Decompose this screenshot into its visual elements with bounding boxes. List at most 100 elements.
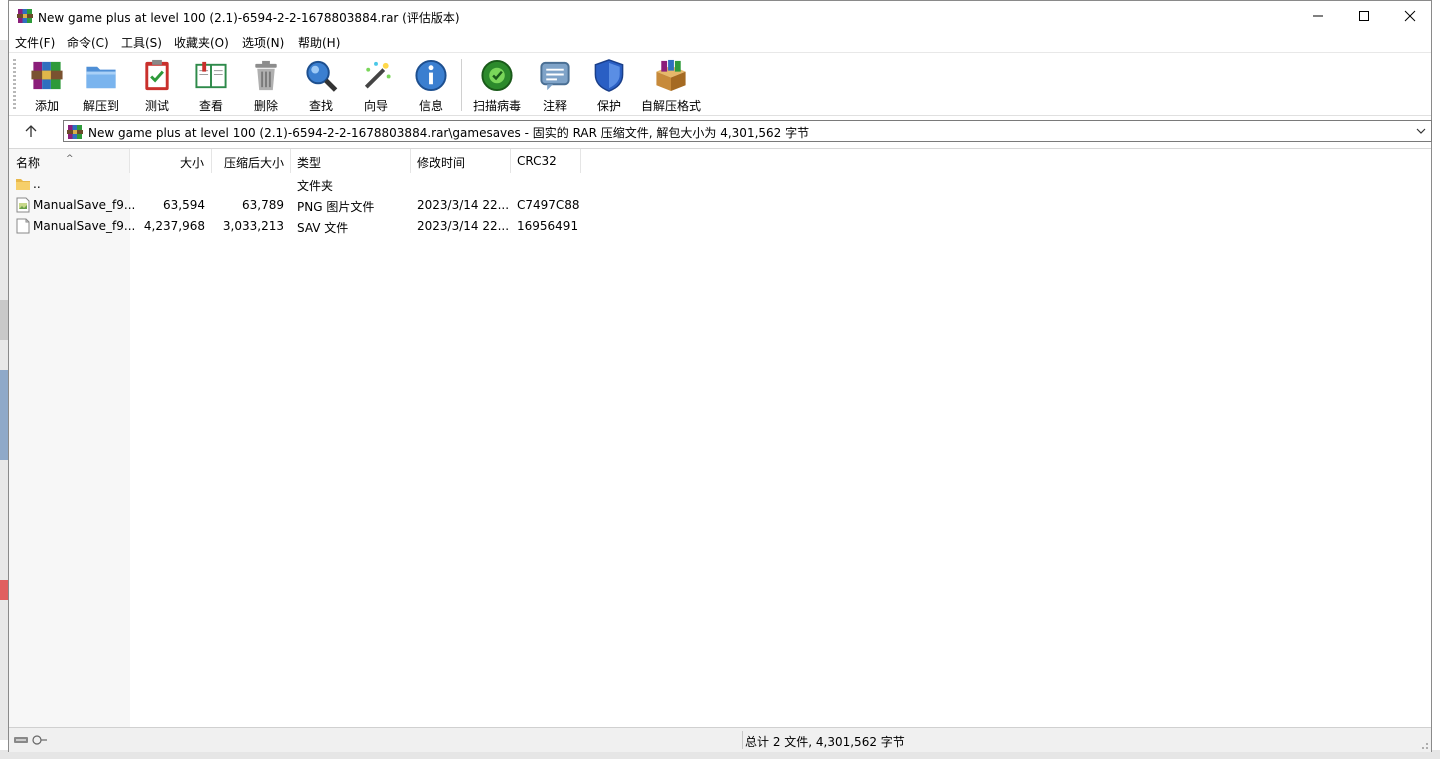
column-header-size[interactable]: 大小 xyxy=(130,149,212,173)
toolbar-test-button[interactable]: 测试 xyxy=(137,56,177,114)
list-item-file[interactable]: ManualSave_f9... 4,237,968 3,033,213 SAV… xyxy=(9,216,609,237)
comment-icon xyxy=(540,61,570,91)
extract-folder-icon xyxy=(86,66,116,89)
minimize-icon xyxy=(1313,15,1323,17)
toolbar-comment-label: 注释 xyxy=(542,99,567,113)
file-list: 名称 ^ 大小 压缩后大小 类型 修改时间 CRC32 .. 文件夹 Manua… xyxy=(9,148,1431,727)
file-modified: 2023/3/14 22... xyxy=(417,219,510,233)
archive-add-icon xyxy=(31,61,63,90)
toolbar-view-button[interactable]: 查看 xyxy=(189,56,233,114)
wizard-wand-icon xyxy=(364,61,391,89)
toolbar-virus-scan-button[interactable]: 扫描病毒 xyxy=(471,56,523,114)
resize-grip-icon[interactable] xyxy=(1419,740,1429,750)
toolbar-grip[interactable] xyxy=(13,59,16,111)
shield-icon xyxy=(594,59,624,92)
close-button[interactable] xyxy=(1387,1,1433,31)
toolbar-info-button[interactable]: 信息 xyxy=(411,56,451,114)
blank-file-icon xyxy=(16,218,30,234)
status-divider xyxy=(742,731,743,749)
info-icon xyxy=(415,59,447,92)
menu-help[interactable]: 帮助(H) xyxy=(298,34,340,51)
column-header-modified-label: 修改时间 xyxy=(417,156,466,170)
menu-options[interactable]: 选项(N) xyxy=(242,34,284,51)
chevron-down-icon[interactable] xyxy=(1415,125,1427,137)
toolbar-protect-label: 保护 xyxy=(596,99,621,113)
toolbar-sfx-button[interactable]: 自解压格式 xyxy=(639,56,703,114)
archive-path: New game plus at level 100 (2.1)-6594-2-… xyxy=(88,126,810,140)
file-type: 文件夹 xyxy=(297,179,334,193)
column-header-size-label: 大小 xyxy=(179,156,204,170)
status-summary: 总计 2 文件, 4,301,562 字节 xyxy=(745,735,905,749)
toolbar-protect-button[interactable]: 保护 xyxy=(589,56,629,114)
magnifier-icon xyxy=(306,60,338,92)
file-name: .. xyxy=(33,177,41,191)
virus-scan-icon xyxy=(481,59,513,92)
toolbar-test-label: 测试 xyxy=(144,99,169,113)
menu-commands[interactable]: 命令(C) xyxy=(67,34,109,51)
column-header-modified[interactable]: 修改时间 xyxy=(411,149,511,173)
file-name: ManualSave_f9... xyxy=(33,219,136,233)
status-bar: 总计 2 文件, 4,301,562 字节 xyxy=(9,727,1431,752)
minimize-button[interactable] xyxy=(1295,1,1341,31)
file-modified: 2023/3/14 22... xyxy=(417,198,510,212)
archive-icon xyxy=(67,125,83,139)
file-packed-size: 63,789 xyxy=(242,198,284,212)
title-bar[interactable]: New game plus at level 100 (2.1)-6594-2-… xyxy=(9,1,1431,31)
folder-icon xyxy=(16,179,30,190)
address-bar: New game plus at level 100 (2.1)-6594-2-… xyxy=(9,115,1432,148)
file-type: SAV 文件 xyxy=(297,221,349,235)
menu-file[interactable]: 文件(F) xyxy=(15,34,55,51)
file-size: 63,594 xyxy=(163,198,205,212)
toolbar-add-button[interactable]: 添加 xyxy=(27,56,67,114)
column-header-crc-label: CRC32 xyxy=(517,154,557,168)
toolbar: 添加 解压到 测试 查看 删除 查找 向导 信息 扫描病毒 注释 保护 自解压格… xyxy=(9,52,1431,116)
toolbar-view-label: 查看 xyxy=(198,99,223,113)
toolbar-wizard-label: 向导 xyxy=(363,99,388,113)
toolbar-delete-label: 删除 xyxy=(253,99,278,113)
toolbar-extract-label: 解压到 xyxy=(82,99,119,113)
toolbar-separator xyxy=(461,59,462,111)
file-crc: C7497C88 xyxy=(517,198,580,212)
file-size: 4,237,968 xyxy=(143,219,205,233)
toolbar-find-label: 查找 xyxy=(308,99,333,113)
background-window-edge xyxy=(0,40,8,740)
menu-favorites[interactable]: 收藏夹(O) xyxy=(174,34,229,51)
list-item-file[interactable]: ManualSave_f9... 63,594 63,789 PNG 图片文件 … xyxy=(9,195,609,216)
file-name: ManualSave_f9... xyxy=(33,198,136,212)
toolbar-delete-button[interactable]: 删除 xyxy=(246,56,286,114)
toolbar-find-button[interactable]: 查找 xyxy=(301,56,341,114)
up-arrow-icon[interactable] xyxy=(23,123,39,139)
file-packed-size: 3,033,213 xyxy=(222,219,284,233)
path-combobox[interactable]: New game plus at level 100 (2.1)-6594-2-… xyxy=(63,120,1432,142)
column-header-type-label: 类型 xyxy=(297,156,322,170)
list-item-parent-folder[interactable]: .. 文件夹 xyxy=(9,174,609,195)
maximize-icon xyxy=(1359,11,1369,21)
toolbar-add-label: 添加 xyxy=(34,99,59,113)
trash-icon xyxy=(255,60,277,91)
winrar-window: New game plus at level 100 (2.1)-6594-2-… xyxy=(8,0,1432,752)
toolbar-extract-button[interactable]: 解压到 xyxy=(79,56,123,114)
toolbar-wizard-button[interactable]: 向导 xyxy=(356,56,396,114)
winrar-app-icon xyxy=(17,9,33,23)
column-header-crc[interactable]: CRC32 xyxy=(511,149,581,173)
sfx-box-icon xyxy=(656,59,686,92)
view-book-icon xyxy=(195,61,227,89)
sort-ascending-icon: ^ xyxy=(66,154,74,164)
column-header-packed[interactable]: 压缩后大小 xyxy=(212,149,291,173)
file-crc: 16956491 xyxy=(517,219,579,233)
column-header-type[interactable]: 类型 xyxy=(291,149,411,173)
file-type: PNG 图片文件 xyxy=(297,200,375,214)
menu-tools[interactable]: 工具(S) xyxy=(121,34,162,51)
toolbar-virus-scan-label: 扫描病毒 xyxy=(472,99,521,113)
window-title: New game plus at level 100 (2.1)-6594-2-… xyxy=(38,11,460,25)
toolbar-sfx-label: 自解压格式 xyxy=(640,99,701,113)
image-file-icon xyxy=(16,197,30,213)
toolbar-comment-button[interactable]: 注释 xyxy=(535,56,575,114)
drive-icon[interactable] xyxy=(13,734,49,746)
menu-bar: 文件(F) 命令(C) 工具(S) 收藏夹(O) 选项(N) 帮助(H) xyxy=(9,31,1431,52)
toolbar-info-label: 信息 xyxy=(418,99,443,113)
column-header-name[interactable]: 名称 ^ xyxy=(9,149,130,173)
close-icon xyxy=(1404,10,1416,22)
maximize-button[interactable] xyxy=(1341,1,1387,31)
column-header-name-label: 名称 xyxy=(16,156,41,170)
